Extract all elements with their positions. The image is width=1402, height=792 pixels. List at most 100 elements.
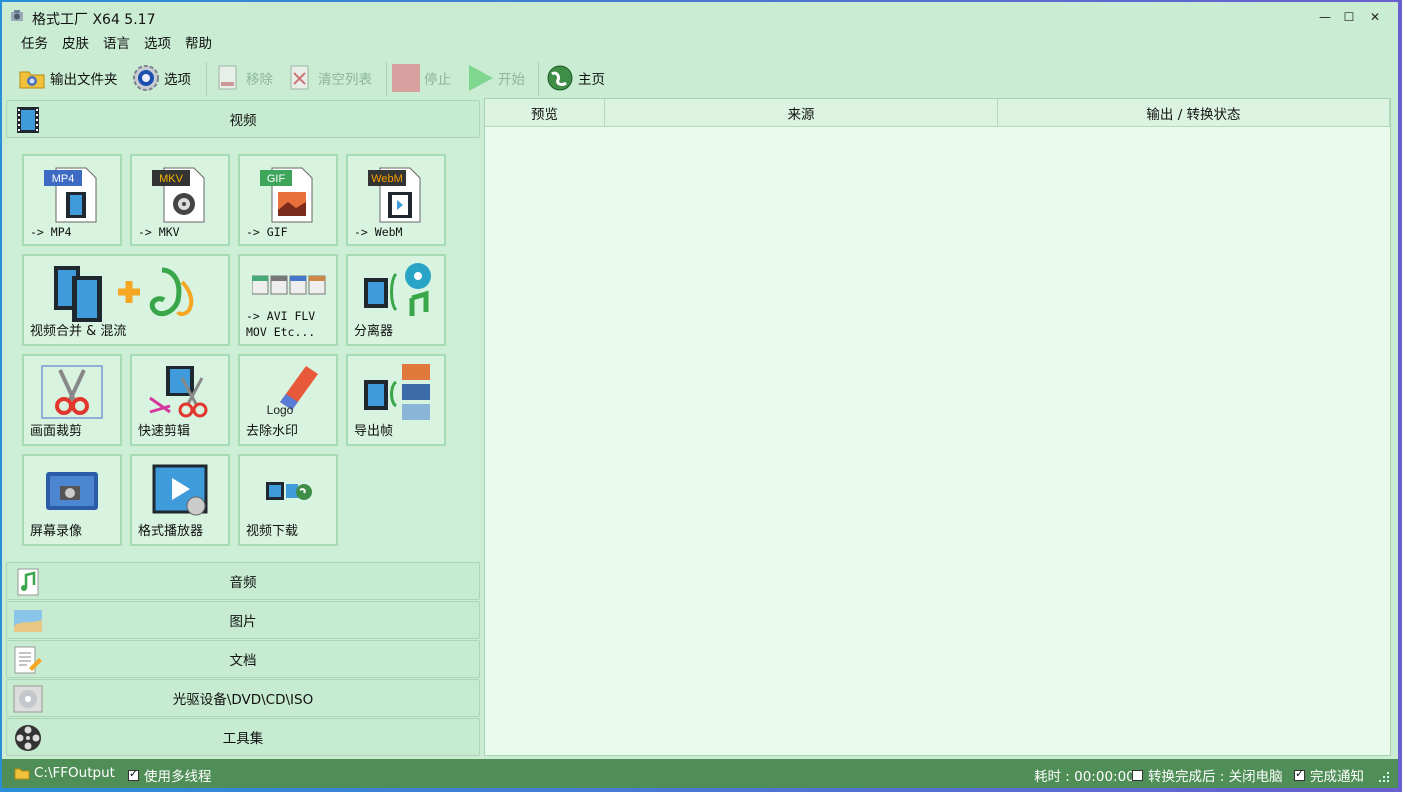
disc-drive-icon — [13, 684, 43, 714]
category-document[interactable]: 文档 — [6, 640, 480, 678]
menu-bar: 任务 皮肤 语言 选项 帮助 — [14, 34, 219, 54]
eraser-icon: Logo — [267, 366, 318, 417]
multithread-label: 使用多线程 — [144, 769, 212, 785]
media-player-icon — [152, 464, 208, 516]
app-window: 格式工厂 X64 5.17 — ☐ ✕ 任务 皮肤 语言 选项 帮助 输出文件夹… — [2, 2, 1398, 788]
category-audio[interactable]: 音频 — [6, 562, 480, 600]
column-output-status[interactable]: 输出 / 转换状态 — [998, 99, 1390, 127]
folder-icon — [14, 768, 30, 780]
app-logo-icon — [11, 10, 23, 21]
column-source[interactable]: 来源 — [605, 99, 998, 127]
column-preview-label: 预览 — [531, 106, 558, 123]
merge-mux-label: 视频合并 & 混流 — [30, 324, 127, 339]
category-video[interactable]: 视频 — [6, 100, 480, 138]
task-list[interactable]: 预览 来源 输出 / 转换状态 — [484, 98, 1391, 756]
convert-mp4-tile[interactable]: MP4 -> MP4 — [22, 154, 122, 246]
minimize-button[interactable]: — — [1316, 8, 1334, 26]
gif-file-icon: GIF — [260, 167, 313, 223]
export-frames-icon — [364, 364, 430, 420]
clear-list-button[interactable]: 清空列表 — [286, 62, 372, 94]
film-strip-icon — [13, 105, 43, 135]
clear-list-icon — [286, 64, 314, 92]
splitter-label: 分离器 — [354, 324, 394, 339]
convert-mp4-label: -> MP4 — [30, 225, 72, 239]
start-label: 开始 — [498, 72, 525, 88]
video-download-tile[interactable]: 视频下载 — [238, 454, 338, 546]
crop-tile[interactable]: 画面裁剪 — [22, 354, 122, 446]
category-panel: 视频 MP4 -> MP4 MKV -> MKV GIF -> GIF WebM… — [6, 98, 480, 756]
convert-avi-flv-mov-label: -> AVI FLV MOV Etc... — [246, 309, 316, 339]
home-button[interactable]: 主页 — [546, 62, 605, 94]
category-tools[interactable]: 工具集 — [6, 718, 480, 756]
category-document-label: 文档 — [229, 653, 257, 669]
remove-button[interactable]: 移除 — [214, 62, 273, 94]
screen-record-tile[interactable]: 屏幕录像 — [22, 454, 122, 546]
maximize-button[interactable]: ☐ — [1340, 8, 1358, 26]
menu-options[interactable]: 选项 — [137, 34, 178, 54]
merge-mux-tile[interactable]: 视频合并 & 混流 — [22, 254, 230, 346]
convert-gif-tile[interactable]: GIF -> GIF — [238, 154, 338, 246]
video-tools-grid: MP4 -> MP4 MKV -> MKV GIF -> GIF WebM ->… — [6, 138, 480, 562]
document-edit-icon — [13, 645, 43, 675]
remove-watermark-label: 去除水印 — [246, 424, 299, 439]
category-disc-label: 光驱设备\DVD\CD\ISO — [172, 692, 314, 708]
multithread-check-icon — [128, 767, 139, 781]
options-button[interactable]: 选项 — [132, 62, 191, 94]
multithread-checkbox[interactable]: 使用多线程 — [128, 765, 212, 785]
close-button[interactable]: ✕ — [1366, 8, 1384, 26]
after-done-label: 转换完成后 : 关闭电脑 — [1148, 769, 1283, 785]
logo-text: Logo — [267, 403, 294, 417]
export-frame-tile[interactable]: 导出帧 — [346, 354, 446, 446]
column-output-status-label: 输出 / 转换状态 — [1146, 106, 1241, 123]
column-source-label: 来源 — [787, 106, 815, 123]
music-note-icon — [13, 567, 43, 597]
quick-clip-tile[interactable]: 快速剪辑 — [130, 354, 230, 446]
crop-label: 画面裁剪 — [30, 424, 83, 439]
splitter-tile[interactable]: 分离器 — [346, 254, 446, 346]
menu-skin[interactable]: 皮肤 — [55, 34, 96, 54]
convert-avi-flv-mov-tile[interactable]: -> AVI FLV MOV Etc... — [238, 254, 338, 346]
title-bar: 格式工厂 X64 5.17 — ☐ ✕ — [2, 2, 1398, 32]
after-done-checkbox[interactable]: 转换完成后 : 关闭电脑 — [1132, 765, 1283, 785]
status-bar: C:\FFOutput 使用多线程 耗时 : 00:00:00 转换完成后 : … — [2, 759, 1398, 788]
start-button[interactable]: 开始 — [466, 62, 525, 94]
resize-grip-icon[interactable] — [1378, 771, 1390, 783]
options-label: 选项 — [164, 72, 191, 88]
stop-label: 停止 — [424, 72, 451, 88]
remove-watermark-tile[interactable]: Logo 去除水印 — [238, 354, 338, 446]
globe-icon — [546, 64, 574, 92]
output-path[interactable]: C:\FFOutput — [14, 765, 115, 781]
convert-mkv-tile[interactable]: MKV -> MKV — [130, 154, 230, 246]
film-reel-icon — [13, 723, 43, 753]
export-frame-label: 导出帧 — [354, 424, 394, 439]
stop-button[interactable]: 停止 — [392, 62, 451, 94]
category-tools-label: 工具集 — [222, 731, 264, 747]
splitter-icon — [364, 263, 431, 316]
category-disc[interactable]: 光驱设备\DVD\CD\ISO — [6, 679, 480, 717]
notify-checkbox[interactable]: 完成通知 — [1294, 765, 1364, 785]
format-player-tile[interactable]: 格式播放器 — [130, 454, 230, 546]
convert-mkv-label: -> MKV — [138, 225, 180, 239]
category-picture-label: 图片 — [229, 614, 257, 630]
toolbar-separator — [386, 62, 387, 96]
menu-help[interactable]: 帮助 — [178, 34, 219, 54]
gif-badge-text: GIF — [267, 173, 286, 185]
window-title: 格式工厂 X64 5.17 — [32, 12, 156, 28]
webm-badge-text: WebM — [371, 173, 403, 185]
output-folder-label: 输出文件夹 — [50, 72, 118, 88]
screen-record-label: 屏幕录像 — [30, 524, 83, 539]
screen-record-icon — [46, 472, 98, 510]
menu-language[interactable]: 语言 — [96, 34, 137, 54]
document-remove-icon — [214, 64, 242, 92]
column-preview[interactable]: 预览 — [485, 99, 605, 127]
category-video-label: 视频 — [229, 113, 257, 129]
category-picture[interactable]: 图片 — [6, 601, 480, 639]
after-done-check-icon — [1132, 769, 1143, 781]
menu-task[interactable]: 任务 — [14, 34, 55, 54]
convert-webm-tile[interactable]: WebM -> WebM — [346, 154, 446, 246]
quick-clip-label: 快速剪辑 — [138, 424, 191, 439]
convert-webm-label: -> WebM — [354, 225, 403, 239]
output-folder-button[interactable]: 输出文件夹 — [18, 62, 118, 94]
toolbar-separator — [538, 62, 539, 96]
notify-label: 完成通知 — [1310, 769, 1364, 785]
